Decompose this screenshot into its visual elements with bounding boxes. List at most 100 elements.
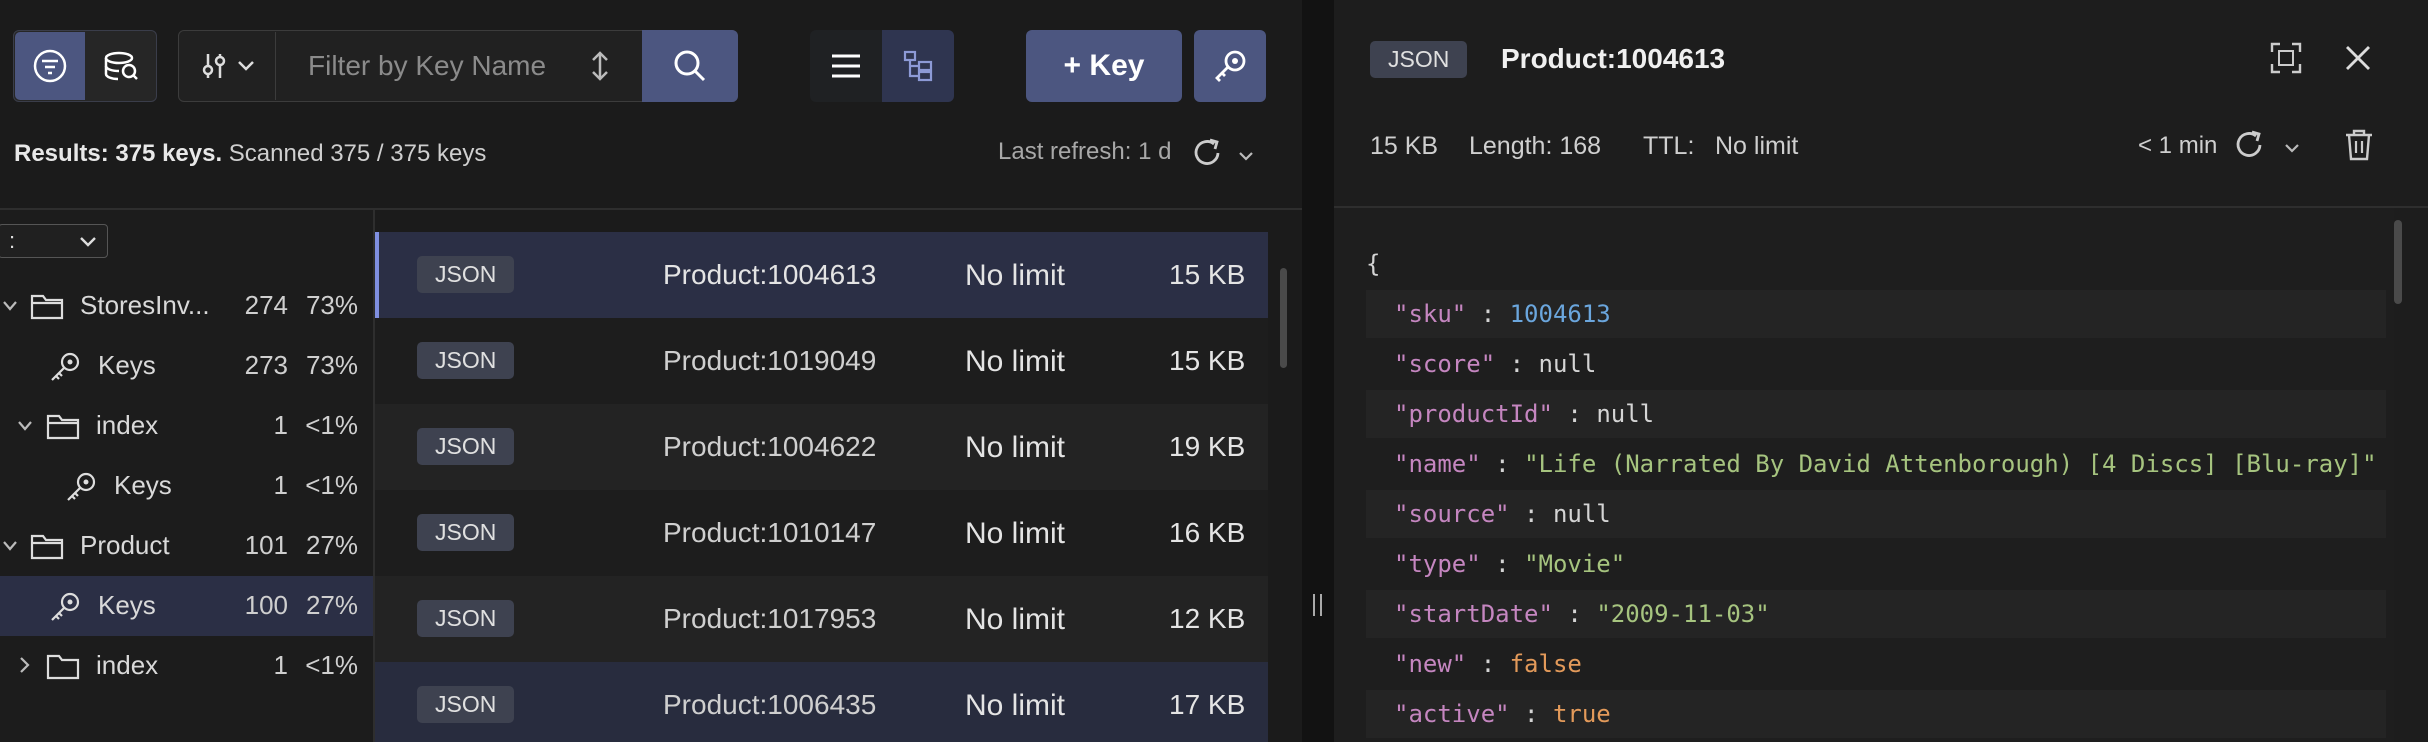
tree-item-count: 101 xyxy=(244,530,288,560)
key-ttl: No limit xyxy=(965,689,1066,722)
tree-item-storesinv[interactable]: StoresInv... 274 73% xyxy=(0,276,374,336)
filter-key-name-input[interactable] xyxy=(306,44,566,88)
tree-view-button[interactable] xyxy=(882,30,954,102)
json-line[interactable]: "score" : null xyxy=(1394,350,1596,378)
browser-view-button[interactable] xyxy=(15,32,85,100)
results-summary: Results: 375 keys. Scanned 375 / 375 key… xyxy=(14,140,486,168)
chevron-down-icon xyxy=(2284,143,2300,153)
add-key-label: + Key xyxy=(1063,49,1145,82)
key-list-scrollbar[interactable] xyxy=(1280,268,1287,368)
tree-icon xyxy=(903,50,933,82)
folder-icon xyxy=(30,532,64,560)
key-row[interactable]: JSON Product:1006435 No limit 17 KB xyxy=(375,662,1268,742)
fullscreen-button[interactable] xyxy=(2266,38,2306,78)
delimiter-select[interactable]: : xyxy=(0,224,108,258)
key-size: 15 KB xyxy=(1169,345,1246,376)
json-key: "type" xyxy=(1394,550,1481,578)
search-button[interactable] xyxy=(642,30,738,102)
json-value: "Movie" xyxy=(1524,550,1626,578)
key-size: 16 KB xyxy=(1169,517,1246,548)
ttl-value[interactable]: No limit xyxy=(1715,132,1798,161)
cli-button[interactable] xyxy=(1194,30,1266,102)
tree-item-index[interactable]: index 1 <1% xyxy=(0,396,374,456)
json-value: null xyxy=(1552,500,1611,528)
delete-key-button[interactable] xyxy=(2338,124,2380,166)
json-line[interactable]: "productId" : null xyxy=(1394,400,1654,428)
sort-toggle[interactable] xyxy=(578,44,622,88)
key-size: 19 KB xyxy=(1169,431,1246,462)
key-ttl: No limit xyxy=(965,259,1066,292)
add-key-button[interactable]: + Key xyxy=(1026,30,1182,102)
search-view-button[interactable] xyxy=(87,32,155,100)
key-name: Product:1004622 xyxy=(663,431,877,462)
json-value: null xyxy=(1596,400,1655,428)
json-value: false xyxy=(1509,650,1582,678)
json-line[interactable]: "sku" : 1004613 xyxy=(1394,300,1611,328)
database-search-icon xyxy=(102,49,140,83)
tree-item-label: Product xyxy=(80,530,170,560)
delimiter-value: : xyxy=(9,228,16,253)
key-type-filter-dropdown[interactable] xyxy=(180,32,276,100)
key-size: 15 KB xyxy=(1169,259,1246,290)
key-row[interactable]: JSON Product:1019049 No limit 15 KB xyxy=(375,318,1268,404)
json-key: "name" xyxy=(1394,450,1481,478)
key-type-badge: JSON xyxy=(417,428,515,465)
json-line[interactable]: "source" : null xyxy=(1394,500,1611,528)
key-type-badge: JSON xyxy=(417,514,515,551)
key-type-badge: JSON xyxy=(1370,41,1468,78)
key-type-badge: JSON xyxy=(417,256,515,293)
json-open-brace: { xyxy=(1366,250,1381,278)
tree-item-keys[interactable]: Keys 273 73% xyxy=(0,336,374,396)
chevron-down-icon xyxy=(17,420,33,432)
tree-item-keys-selected[interactable]: Keys 100 27% xyxy=(0,576,373,636)
key-wrench-icon xyxy=(1211,47,1249,85)
tree-item-label: Keys xyxy=(114,470,172,500)
key-row-selected[interactable]: JSON Product:1004613 No limit 15 KB xyxy=(375,232,1268,318)
refresh-button[interactable] xyxy=(1186,132,1228,174)
folder-icon xyxy=(30,292,64,320)
chevron-down-icon xyxy=(1238,151,1254,161)
close-button[interactable] xyxy=(2338,38,2378,78)
tree-item-label: StoresInv... xyxy=(80,290,210,320)
list-icon xyxy=(830,53,862,79)
list-view-button[interactable] xyxy=(810,30,882,102)
details-auto-refresh-dropdown[interactable] xyxy=(2280,136,2304,160)
tree-item-count: 274 xyxy=(244,290,288,320)
key-row[interactable]: JSON Product:1004622 No limit 19 KB xyxy=(375,404,1268,490)
details-last-refresh: < 1 min xyxy=(2138,132,2218,159)
key-ttl: No limit xyxy=(965,517,1066,550)
auto-refresh-dropdown[interactable] xyxy=(1234,144,1258,168)
details-refresh-button[interactable] xyxy=(2228,124,2270,166)
key-ttl: No limit xyxy=(965,603,1066,636)
key-ttl: No limit xyxy=(965,345,1066,378)
key-row[interactable]: JSON Product:1017953 No limit 12 KB xyxy=(375,576,1268,662)
tree-item-index[interactable]: index 1 <1% xyxy=(0,636,374,696)
key-size: 17 KB xyxy=(1169,689,1246,720)
tree-item-percent: <1% xyxy=(305,650,358,680)
json-value: true xyxy=(1552,700,1611,728)
key-icon xyxy=(64,470,98,504)
filter-circle-icon xyxy=(33,49,67,83)
chevron-down-icon xyxy=(237,60,255,72)
tree-item-count: 100 xyxy=(244,590,288,620)
json-key: "score" xyxy=(1394,350,1496,378)
panel-splitter[interactable] xyxy=(1302,0,1334,742)
json-line[interactable]: "active" : true xyxy=(1394,700,1611,728)
key-name: Product:1019049 xyxy=(663,345,877,376)
ttl-label: TTL: xyxy=(1643,132,1695,160)
folder-icon xyxy=(46,412,80,440)
tree-item-product[interactable]: Product 101 27% xyxy=(0,516,374,576)
key-name: Product:1010147 xyxy=(663,517,877,548)
refresh-icon xyxy=(2232,128,2266,162)
json-line[interactable]: "new" : false xyxy=(1394,650,1582,678)
json-line[interactable]: "startDate" : "2009-11-03" xyxy=(1394,600,1770,628)
json-line[interactable]: "name" : "Life (Narrated By David Attenb… xyxy=(1394,450,2377,478)
json-key: "new" xyxy=(1394,650,1467,678)
tree-item-keys[interactable]: Keys 1 <1% xyxy=(0,456,374,516)
tree-item-label: index xyxy=(96,650,159,680)
key-name-title[interactable]: Product:1004613 xyxy=(1501,43,1725,75)
key-row[interactable]: JSON Product:1010147 No limit 16 KB xyxy=(375,490,1268,576)
json-viewer-scrollbar[interactable] xyxy=(2394,220,2402,304)
key-name: Product:1006435 xyxy=(663,689,877,720)
json-line[interactable]: "type" : "Movie" xyxy=(1394,550,1625,578)
